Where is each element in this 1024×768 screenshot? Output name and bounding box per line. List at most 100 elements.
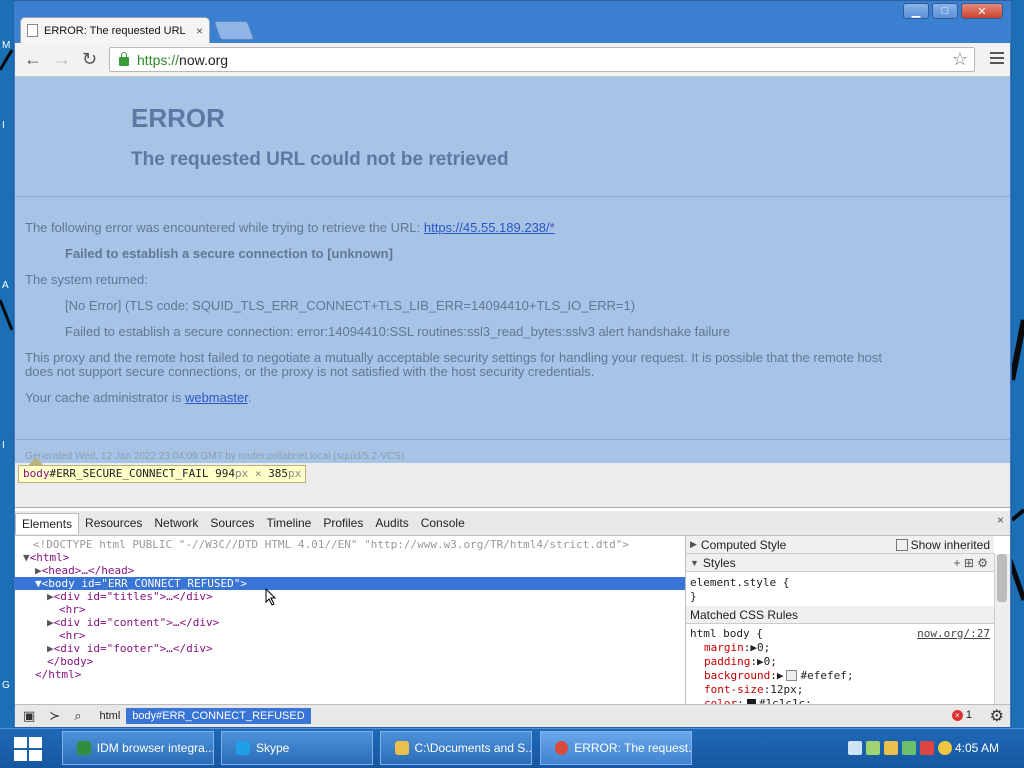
menu-icon[interactable] (990, 52, 1004, 67)
tab-elements[interactable]: Elements (15, 512, 80, 534)
browser-window: ERROR: The requested URL × ▁ □ ✕ ← → ↻ h… (13, 0, 1012, 728)
reload-button[interactable]: ↻ (82, 50, 97, 68)
dom-node-div-footer[interactable]: ▶<div id="footer">…</div> (47, 642, 213, 655)
url-scheme: https:// (137, 51, 180, 68)
show-inherited-checkbox[interactable] (895, 538, 908, 551)
close-window-button[interactable]: ✕ (961, 3, 1003, 19)
title-bar: ERROR: The requested URL × ▁ □ ✕ (14, 1, 1011, 43)
forward-button[interactable]: → (53, 50, 71, 68)
idm-icon (77, 741, 91, 755)
taskbar-item-browser[interactable]: ERROR: The request... (540, 731, 692, 765)
error-url-link[interactable]: https://45.55.189.238/* (424, 220, 555, 235)
tray-app-icon[interactable] (866, 741, 880, 755)
dom-node-body-selected[interactable]: ▼<body id="ERR_CONNECT_REFUSED"> (15, 577, 685, 590)
breadcrumb-body[interactable]: body#ERR_CONNECT_REFUSED (126, 708, 311, 724)
console-drawer-icon[interactable]: ≻ (49, 708, 60, 724)
folder-icon (395, 741, 409, 755)
dom-tree: <!DOCTYPE html PUBLIC "-//W3C//DTD HTML … (15, 536, 685, 706)
styles-label: Styles (702, 555, 736, 570)
computed-style-header[interactable]: ▶ Computed Style Show inherited (686, 536, 994, 554)
tab-resources[interactable]: Resources (79, 513, 148, 533)
search-icon[interactable]: ⌕ (74, 708, 81, 724)
tab-timeline[interactable]: Timeline (260, 513, 317, 533)
divider (15, 196, 1010, 197)
back-button[interactable]: ← (24, 50, 42, 68)
dom-node-hr[interactable]: <hr> (59, 629, 86, 642)
dom-node-html[interactable]: ▼<html> (23, 551, 69, 564)
dom-node-body-end[interactable]: </body> (47, 655, 93, 668)
dom-node-head[interactable]: ▶<head>…</head> (35, 564, 134, 577)
dom-node-div-content[interactable]: ▶<div id="content">…</div> (47, 616, 219, 629)
devtools-panel: Elements Resources Network Sources Timel… (15, 507, 1010, 727)
browser-toolbar: ← → ↻ https://now.org ☆ (15, 43, 1010, 77)
system-tray (848, 741, 952, 755)
tray-app-icon[interactable] (902, 741, 916, 755)
desktop-icon-label: A (2, 280, 9, 291)
webmaster-link[interactable]: webmaster (185, 390, 248, 405)
tab-network[interactable]: Network (148, 513, 204, 533)
address-bar[interactable]: https://now.org ☆ (109, 47, 975, 72)
tooltip-width: 994 (215, 467, 235, 480)
page-subtitle: The requested URL could not be retrieved (131, 149, 509, 170)
bookmark-star-icon[interactable]: ☆ (952, 49, 968, 70)
new-tab-button[interactable] (213, 21, 255, 40)
taskbar-item-label: ERROR: The request... (574, 741, 691, 755)
styles-scrollbar[interactable] (994, 554, 1010, 704)
maximize-button[interactable]: □ (932, 3, 958, 19)
start-button[interactable] (14, 737, 44, 763)
error-count[interactable]: × 1 (951, 709, 972, 721)
tls-code-text: [No Error] (TLS code: SQUID_TLS_ERR_CONN… (65, 298, 636, 313)
dom-body-val: "ERR_CONNECT_REFUSED" (101, 577, 241, 590)
tab-console[interactable]: Console (415, 513, 471, 533)
taskbar-item-label: IDM browser integra... (96, 741, 213, 755)
taskbar: IDM browser integra... Skype C:\Document… (0, 728, 1024, 768)
inspect-tooltip: body#ERR_SECURE_CONNECT_FAIL 994px × 385… (18, 465, 307, 483)
dom-node-html-end[interactable]: </html> (35, 668, 81, 681)
desktop-icon-label: G (2, 680, 10, 691)
add-rule-icon[interactable]: + ⊞ ⚙ (954, 556, 989, 570)
computed-style-label: Computed Style (700, 537, 787, 552)
intro-label: The following error was encountered whil… (25, 220, 421, 235)
devtools-close-icon[interactable]: × (997, 513, 1004, 527)
dom-node-div-titles[interactable]: ▶<div id="titles">…</div> (47, 590, 213, 603)
desktop-icon-label: M (2, 40, 11, 51)
skype-icon (236, 741, 250, 755)
taskbar-item-label: Skype (256, 741, 290, 755)
shield-icon[interactable] (884, 741, 898, 755)
taskbar-item-idm[interactable]: IDM browser integra... (62, 731, 214, 765)
taskbar-item-explorer[interactable]: C:\Documents and S... (380, 731, 532, 765)
dom-div-titles: <div id="titles">…</div> (53, 590, 213, 603)
breadcrumb-html[interactable]: html (93, 708, 126, 724)
styles-header[interactable]: ▼ Styles + ⊞ ⚙ (686, 554, 994, 572)
url-host: now.org (179, 51, 229, 68)
settings-gear-icon[interactable]: ⚙ (990, 706, 1004, 726)
network-icon[interactable] (848, 741, 862, 755)
tab-sources[interactable]: Sources (204, 513, 260, 533)
dom-div-content: <div id="content">…</div> (53, 616, 220, 629)
tooltip-height: 385 (268, 467, 288, 480)
dom-html-tag: <html> (29, 551, 70, 564)
taskbar-item-skype[interactable]: Skype (221, 731, 373, 765)
tooltip-times: × (254, 467, 262, 480)
scrollbar-thumb[interactable] (997, 554, 1007, 602)
taskbar-item-label: C:\Documents and S... (414, 741, 531, 755)
dom-node-hr[interactable]: <hr> (59, 603, 86, 616)
clock[interactable]: 4:05 AM (955, 741, 999, 755)
minimize-button[interactable]: ▁ (903, 3, 929, 19)
chrome-icon (555, 741, 569, 755)
window-controls: ▁ □ ✕ (903, 3, 1003, 19)
mouse-cursor-icon (265, 588, 277, 606)
error-count-value: 1 (965, 709, 972, 721)
color-swatch-icon[interactable] (786, 669, 798, 681)
tab-close-icon[interactable]: × (196, 24, 203, 38)
tab-audits[interactable]: Audits (369, 513, 414, 533)
dom-node-doctype[interactable]: <!DOCTYPE html PUBLIC "-//W3C//DTD HTML … (33, 538, 629, 551)
tooltip-arrow (29, 457, 43, 465)
system-returned-label: The system returned: (25, 272, 148, 287)
dom-head-tag: <head>…</head> (41, 564, 135, 577)
tab-profiles[interactable]: Profiles (317, 513, 369, 533)
browser-tab[interactable]: ERROR: The requested URL × (20, 17, 210, 43)
dock-icon[interactable]: ▣ (23, 708, 35, 724)
smiley-icon[interactable] (938, 741, 952, 755)
tray-app-icon[interactable] (920, 741, 934, 755)
